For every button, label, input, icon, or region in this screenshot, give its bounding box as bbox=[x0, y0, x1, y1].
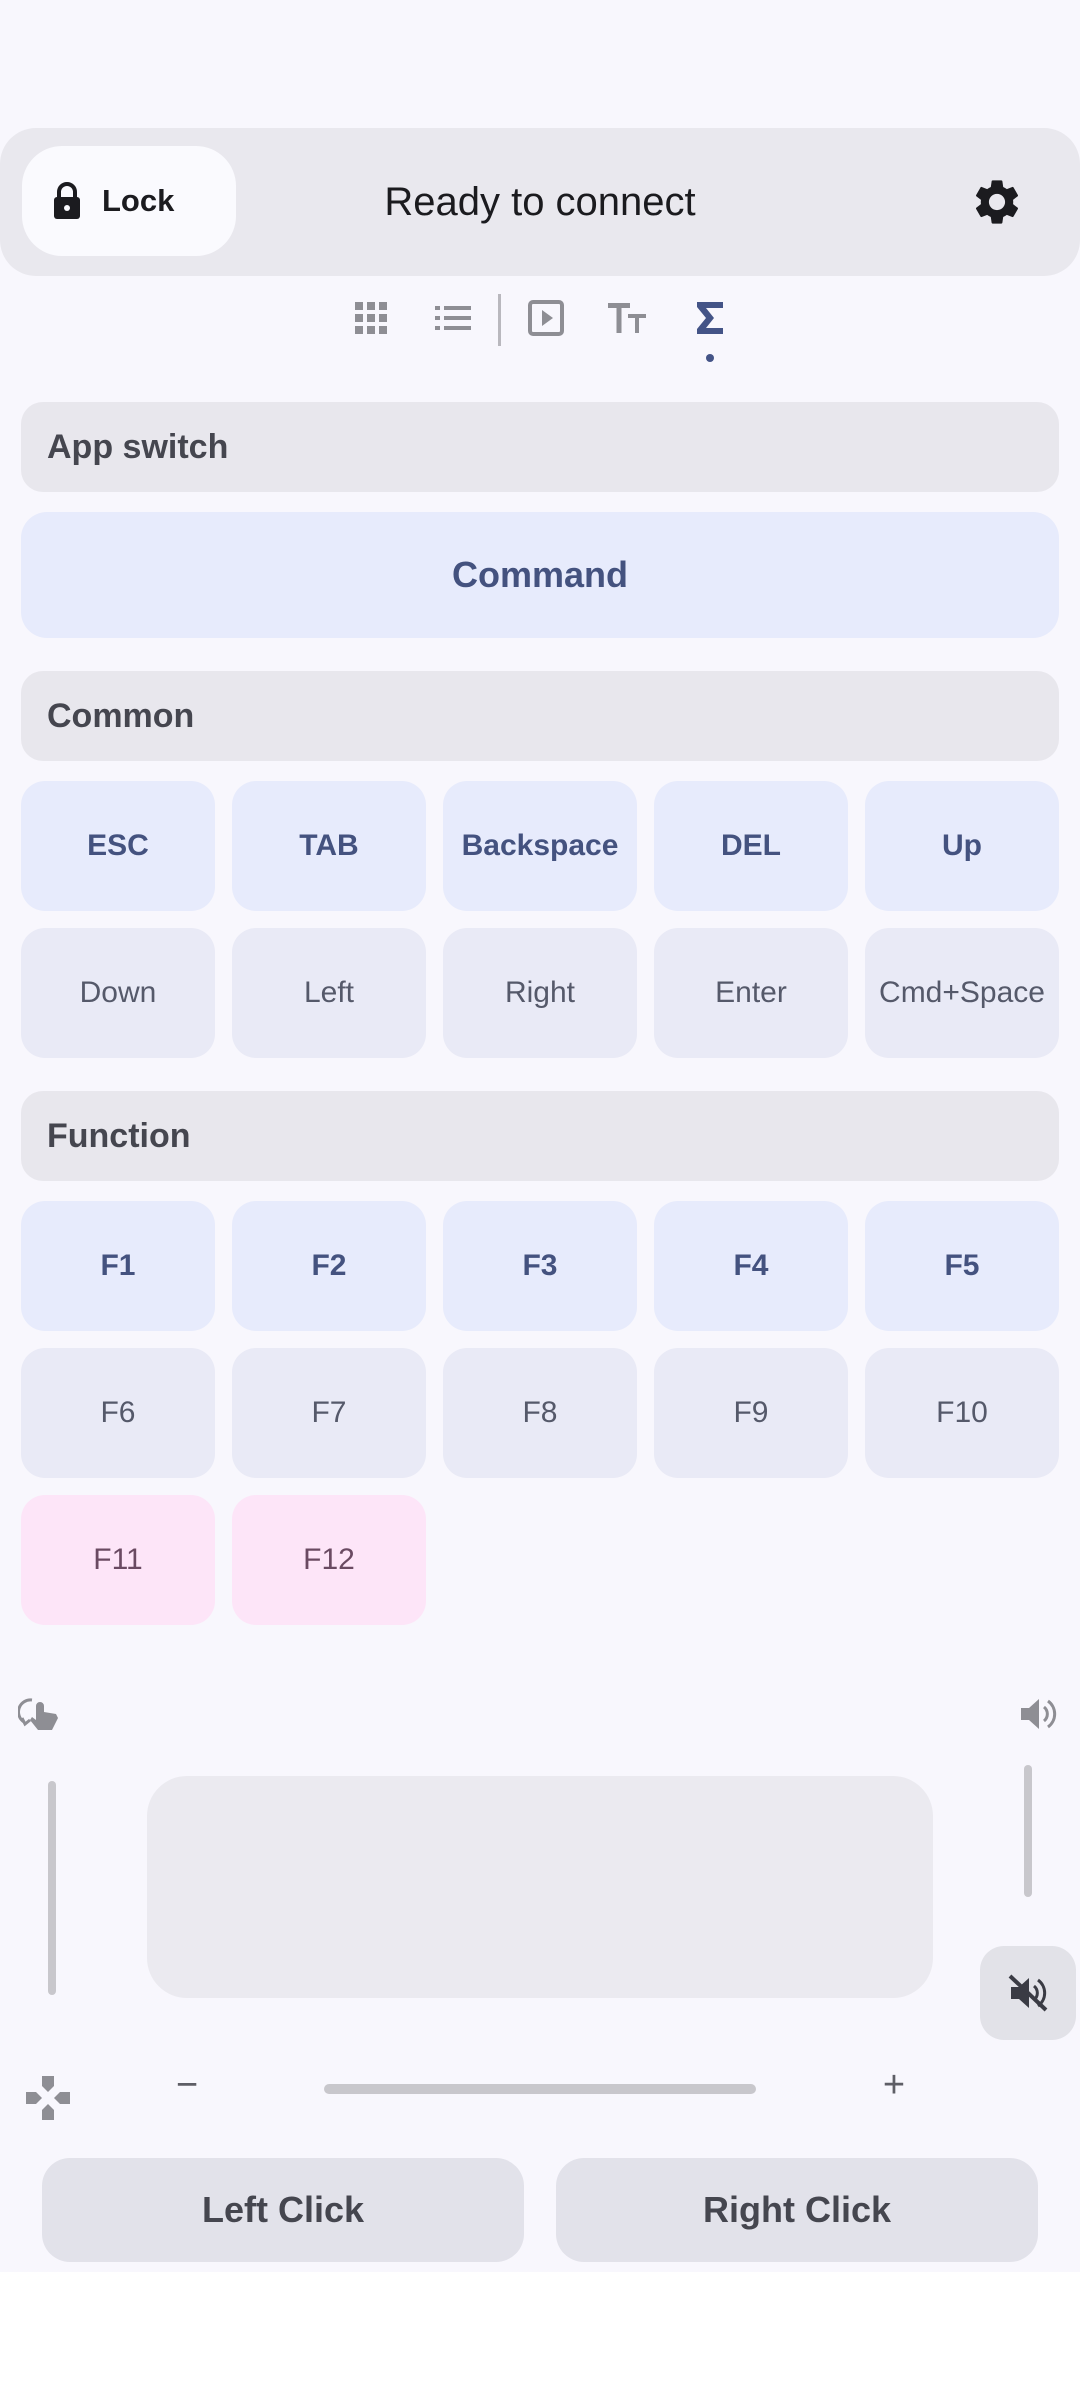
mute-button[interactable] bbox=[980, 1946, 1076, 2040]
key-label: Right bbox=[504, 976, 576, 1009]
key-f6[interactable]: F6 bbox=[21, 1348, 215, 1478]
key-down[interactable]: Down bbox=[21, 928, 215, 1058]
key-label: Left bbox=[303, 976, 355, 1009]
key-right[interactable]: Right bbox=[443, 928, 637, 1058]
connection-bar: Lock Ready to connect bbox=[0, 128, 1080, 276]
key-label: F5 bbox=[944, 1249, 980, 1282]
mode-tabs bbox=[0, 290, 1080, 370]
key-label: F6 bbox=[100, 1396, 136, 1429]
key-f1[interactable]: F1 bbox=[21, 1201, 215, 1331]
key-f5[interactable]: F5 bbox=[865, 1201, 1059, 1331]
sensitivity-increase-button[interactable]: + bbox=[874, 2060, 914, 2110]
touchpad[interactable] bbox=[147, 1776, 933, 1998]
key-cmd-space[interactable]: Cmd+Space bbox=[865, 928, 1059, 1058]
key-del[interactable]: DEL bbox=[654, 781, 848, 911]
gamepad-icon[interactable] bbox=[22, 2072, 74, 2124]
section-function-header: Function bbox=[21, 1091, 1059, 1181]
app-screen: Lock Ready to connect App switch Command… bbox=[0, 0, 1080, 2272]
key-up[interactable]: Up bbox=[865, 781, 1059, 911]
section-app-switch-header: App switch bbox=[21, 402, 1059, 492]
sigma-icon bbox=[697, 302, 723, 334]
key-label: F7 bbox=[311, 1396, 347, 1429]
text-size-icon bbox=[608, 303, 646, 333]
key-command[interactable]: Command bbox=[21, 512, 1059, 638]
left-click-button[interactable]: Left Click bbox=[42, 2158, 524, 2262]
key-label: Backspace bbox=[461, 829, 619, 862]
gesture-icon[interactable] bbox=[16, 1692, 66, 1736]
key-esc[interactable]: ESC bbox=[21, 781, 215, 911]
section-common-header: Common bbox=[21, 671, 1059, 761]
key-label: F3 bbox=[522, 1249, 558, 1282]
key-label: DEL bbox=[721, 829, 781, 862]
key-enter[interactable]: Enter bbox=[654, 928, 848, 1058]
tab-divider bbox=[498, 294, 501, 346]
key-f9[interactable]: F9 bbox=[654, 1348, 848, 1478]
active-tab-indicator bbox=[706, 354, 714, 362]
key-f11[interactable]: F11 bbox=[21, 1495, 215, 1625]
key-f4[interactable]: F4 bbox=[654, 1201, 848, 1331]
gear-icon[interactable] bbox=[970, 175, 1024, 229]
key-label: F10 bbox=[936, 1396, 988, 1429]
play-box-icon bbox=[528, 300, 564, 336]
key-f2[interactable]: F2 bbox=[232, 1201, 426, 1331]
volume-icon[interactable] bbox=[1016, 1692, 1060, 1736]
key-label: F11 bbox=[93, 1543, 143, 1576]
sensitivity-decrease-button[interactable]: − bbox=[167, 2060, 207, 2110]
key-label: F9 bbox=[733, 1396, 769, 1429]
volume-off-icon bbox=[1008, 1974, 1048, 2012]
key-f7[interactable]: F7 bbox=[232, 1348, 426, 1478]
key-label: F1 bbox=[100, 1249, 136, 1282]
tab-grid[interactable] bbox=[341, 290, 401, 346]
tab-text[interactable] bbox=[598, 290, 658, 346]
volume-slider[interactable] bbox=[1024, 1765, 1032, 1897]
right-click-button[interactable]: Right Click bbox=[556, 2158, 1038, 2262]
key-left[interactable]: Left bbox=[232, 928, 426, 1058]
key-f10[interactable]: F10 bbox=[865, 1348, 1059, 1478]
key-label: Up bbox=[942, 829, 982, 862]
key-f8[interactable]: F8 bbox=[443, 1348, 637, 1478]
key-label: Down bbox=[79, 976, 157, 1009]
connection-status: Ready to connect bbox=[384, 180, 696, 224]
tab-shortcuts[interactable] bbox=[680, 290, 740, 346]
key-label: Cmd+Space bbox=[879, 976, 1045, 1009]
key-label: F12 bbox=[303, 1543, 355, 1576]
key-label: F2 bbox=[311, 1249, 347, 1282]
tab-media[interactable] bbox=[516, 290, 576, 346]
grid-icon bbox=[355, 302, 387, 334]
key-label: TAB bbox=[299, 829, 359, 862]
list-icon bbox=[435, 306, 471, 330]
scroll-slider[interactable] bbox=[48, 1781, 56, 1995]
sensitivity-slider[interactable] bbox=[324, 2084, 756, 2094]
key-label: ESC bbox=[87, 829, 149, 862]
key-label: F4 bbox=[733, 1249, 769, 1282]
key-label: Enter bbox=[715, 976, 787, 1009]
tab-list[interactable] bbox=[423, 290, 483, 346]
key-tab[interactable]: TAB bbox=[232, 781, 426, 911]
key-label: F8 bbox=[522, 1396, 558, 1429]
key-f3[interactable]: F3 bbox=[443, 1201, 637, 1331]
key-f12[interactable]: F12 bbox=[232, 1495, 426, 1625]
key-backspace[interactable]: Backspace bbox=[443, 781, 637, 911]
